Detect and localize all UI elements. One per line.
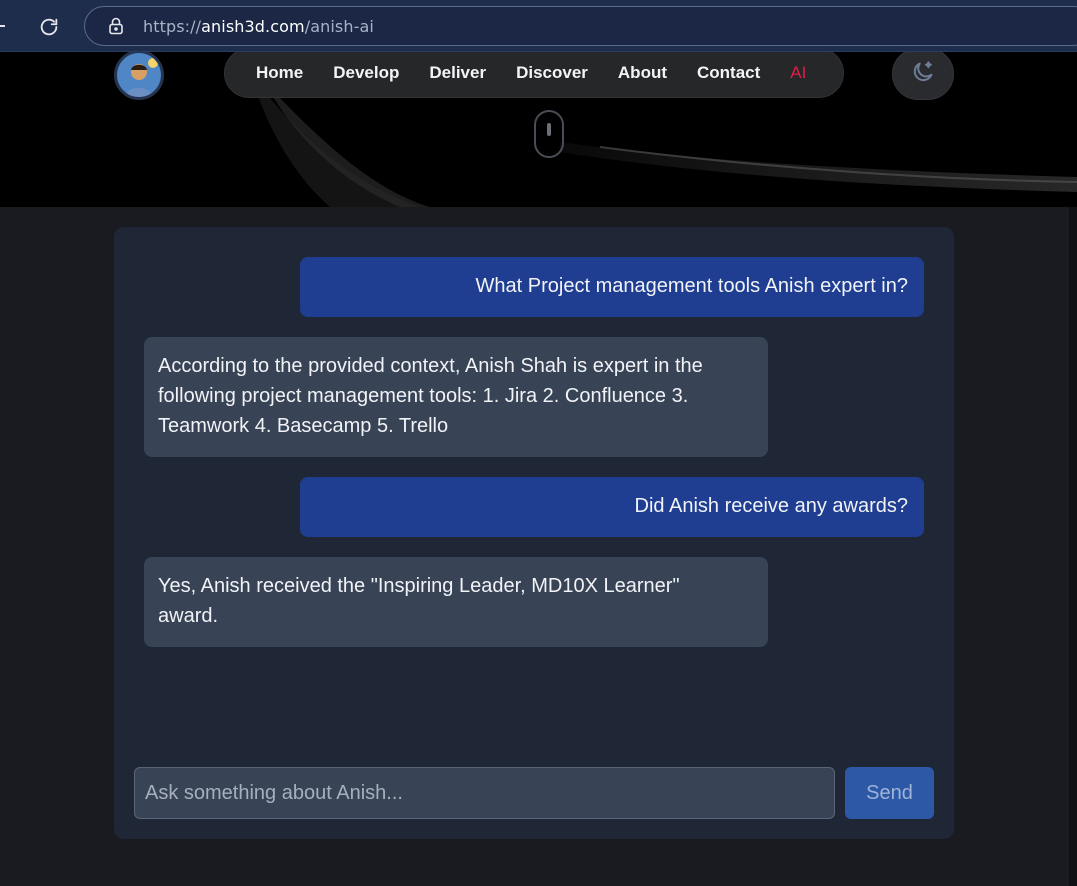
back-arrow-icon[interactable] <box>0 25 5 27</box>
nav-link-develop[interactable]: Develop <box>333 63 399 83</box>
chat-panel: What Project management tools Anish expe… <box>114 227 954 839</box>
assistant-message: Yes, Anish received the "Inspiring Leade… <box>144 557 768 647</box>
chat-input[interactable] <box>134 767 835 819</box>
lock-icon[interactable] <box>107 16 125 36</box>
address-bar[interactable]: https://anish3d.com/anish-ai <box>84 6 1077 46</box>
user-message: What Project management tools Anish expe… <box>300 257 924 317</box>
site-header: Home Develop Deliver Discover About Cont… <box>0 52 1077 207</box>
page-scrollbar[interactable] <box>1069 207 1077 886</box>
nav-link-discover[interactable]: Discover <box>516 63 588 83</box>
nav-link-deliver[interactable]: Deliver <box>429 63 486 83</box>
theme-toggle-button[interactable] <box>892 52 954 100</box>
avatar[interactable] <box>114 52 164 100</box>
moon-stars-icon <box>910 59 936 89</box>
nav-link-home[interactable]: Home <box>256 63 303 83</box>
assistant-message: According to the provided context, Anish… <box>144 337 768 457</box>
send-button[interactable]: Send <box>845 767 934 819</box>
reload-icon[interactable] <box>36 14 62 40</box>
user-message: Did Anish receive any awards? <box>300 477 924 537</box>
nav-link-contact[interactable]: Contact <box>697 63 760 83</box>
scroll-wheel-dot <box>547 123 551 136</box>
browser-toolbar: https://anish3d.com/anish-ai <box>0 0 1077 52</box>
nav-link-ai[interactable]: AI <box>790 63 806 83</box>
nav-link-about[interactable]: About <box>618 63 667 83</box>
main-nav: Home Develop Deliver Discover About Cont… <box>224 52 844 98</box>
scroll-mouse-icon <box>534 110 564 158</box>
chat-input-row: Send <box>134 767 934 819</box>
url-text: https://anish3d.com/anish-ai <box>143 16 374 36</box>
